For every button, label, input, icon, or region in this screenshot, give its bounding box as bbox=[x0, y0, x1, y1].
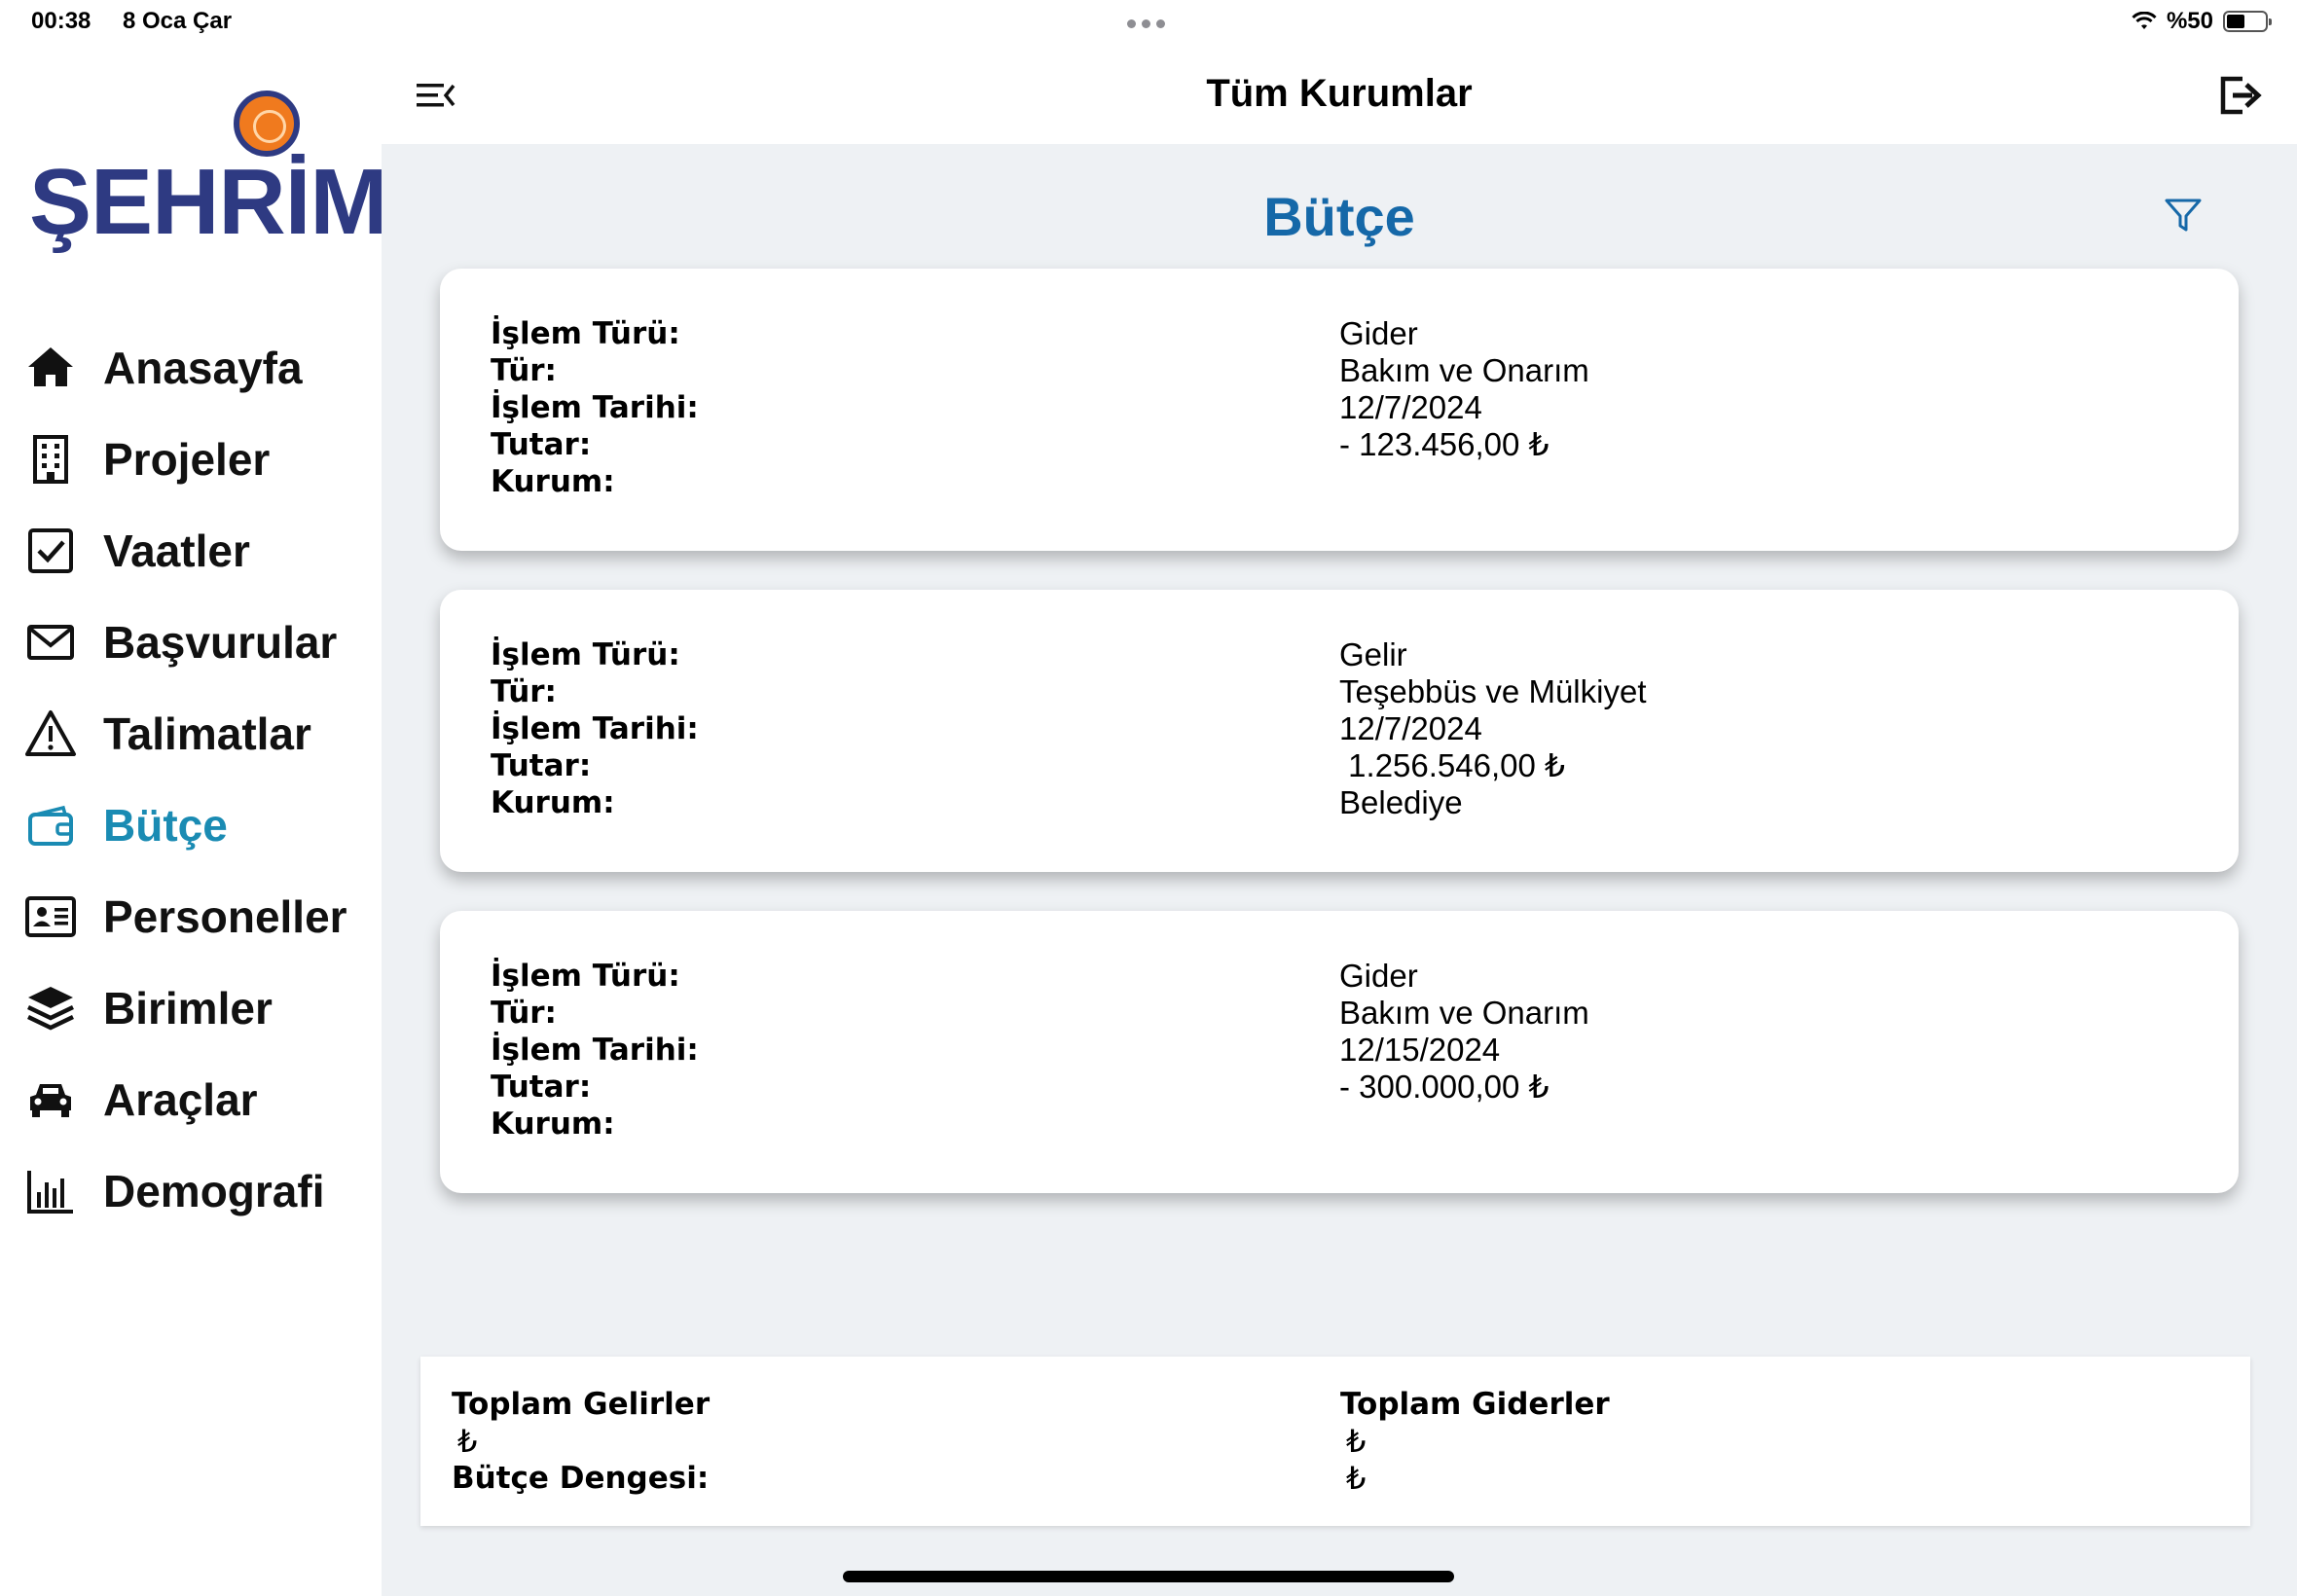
islem-tarihi-label: İşlem Tarihi: bbox=[491, 390, 699, 425]
wallet-icon bbox=[23, 798, 78, 852]
sidebar-item-talimatlar[interactable]: Talimatlar bbox=[23, 705, 311, 763]
kurum-value bbox=[1339, 1106, 1589, 1143]
tur-label: Tür: bbox=[491, 674, 557, 709]
islem-tarihi-value: 12/15/2024 bbox=[1339, 1032, 1501, 1068]
sidebar: ŞEHRİM Anasayfa Projeler Vaatler Başvuru… bbox=[0, 47, 387, 1596]
budget-record-card[interactable]: İşlem Türü: Tür: İşlem Tarihi: Tutar: Ku… bbox=[440, 911, 2239, 1193]
sidebar-item-label: Bütçe bbox=[103, 800, 228, 851]
warning-icon bbox=[23, 707, 78, 761]
total-income-label: Toplam Gelirler bbox=[452, 1387, 711, 1422]
page-title: Bütçe bbox=[1263, 186, 1415, 247]
tutar-value: - 123.456,00 ₺ bbox=[1339, 426, 1550, 462]
tutar-label: Tutar: bbox=[491, 748, 592, 783]
tutar-label: Tutar: bbox=[491, 427, 592, 462]
home-indicator[interactable] bbox=[843, 1571, 1454, 1582]
total-income-value: ₺ bbox=[457, 1424, 478, 1459]
budget-record-card[interactable]: İşlem Türü: Tür: İşlem Tarihi: Tutar: Ku… bbox=[440, 590, 2239, 872]
kurum-label: Kurum: bbox=[491, 1106, 615, 1142]
logo-ball-icon bbox=[234, 91, 300, 157]
status-time: 00:38 bbox=[31, 8, 91, 34]
filter-icon[interactable] bbox=[2163, 195, 2204, 236]
islem-tarihi-value: 12/7/2024 bbox=[1339, 710, 1482, 746]
tur-label: Tür: bbox=[491, 996, 557, 1031]
app-logo: ŞEHRİM bbox=[29, 91, 387, 254]
logo-text: ŞEHRİM bbox=[29, 150, 387, 254]
islem-turu-value: Gelir bbox=[1339, 636, 1407, 672]
status-date: 8 Oca Çar bbox=[123, 8, 233, 34]
islem-tarihi-value: 12/7/2024 bbox=[1339, 389, 1482, 425]
layers-icon bbox=[23, 981, 78, 1035]
tutar-label: Tutar: bbox=[491, 1070, 592, 1105]
multitasking-dots-icon[interactable] bbox=[1127, 19, 1165, 28]
kurum-label: Kurum: bbox=[491, 785, 615, 820]
sidebar-item-label: Talimatlar bbox=[103, 708, 311, 759]
sidebar-item-label: Vaatler bbox=[103, 526, 250, 576]
status-bar: 00:38 8 Oca Çar %50 bbox=[0, 0, 2297, 47]
sidebar-item-label: Başvurular bbox=[103, 617, 338, 668]
sidebar-item-araclar[interactable]: Araçlar bbox=[23, 1070, 258, 1129]
sidebar-item-basvurular[interactable]: Başvurular bbox=[23, 613, 337, 671]
battery-percent: %50 bbox=[2166, 8, 2213, 34]
wifi-icon bbox=[2132, 12, 2157, 29]
sidebar-item-label: Personeller bbox=[103, 891, 347, 942]
islem-turu-value: Gider bbox=[1339, 315, 1418, 351]
sidebar-item-label: Birimler bbox=[103, 983, 273, 1034]
sidebar-item-label: Araçlar bbox=[103, 1074, 258, 1125]
kurum-value: Belediye bbox=[1339, 784, 1463, 820]
islem-tarihi-label: İşlem Tarihi: bbox=[491, 1033, 699, 1068]
sidebar-item-butce[interactable]: Bütçe bbox=[23, 796, 228, 854]
budget-balance-label: Bütçe Dengesi: bbox=[452, 1461, 710, 1496]
sidebar-item-projeler[interactable]: Projeler bbox=[23, 430, 270, 489]
sidebar-item-vaatler[interactable]: Vaatler bbox=[23, 522, 250, 580]
kurum-value bbox=[1339, 463, 1589, 500]
budget-totals-panel: Toplam Gelirler ₺ Bütçe Dengesi: Toplam … bbox=[420, 1357, 2250, 1526]
sidebar-item-demografi[interactable]: Demografi bbox=[23, 1162, 324, 1220]
sidebar-item-label: Demografi bbox=[103, 1166, 325, 1216]
tutar-value: 1.256.546,00 ₺ bbox=[1339, 747, 1566, 783]
logout-icon[interactable] bbox=[2217, 71, 2262, 120]
header-title: Tüm Kurumlar bbox=[1206, 72, 1473, 115]
home-icon bbox=[23, 341, 78, 395]
tur-value: Bakım ve Onarım bbox=[1339, 352, 1589, 388]
kurum-label: Kurum: bbox=[491, 464, 615, 499]
checkbox-icon bbox=[23, 524, 78, 578]
total-expense-value: ₺ bbox=[1346, 1424, 1367, 1459]
islem-turu-label: İşlem Türü: bbox=[491, 316, 680, 351]
budget-record-card[interactable]: İşlem Türü: Tür: İşlem Tarihi: Tutar: Ku… bbox=[440, 269, 2239, 551]
tur-value: Bakım ve Onarım bbox=[1339, 995, 1589, 1031]
top-header: Tüm Kurumlar bbox=[382, 47, 2297, 144]
car-icon bbox=[23, 1072, 78, 1127]
tutar-value: - 300.000,00 ₺ bbox=[1339, 1069, 1550, 1105]
tur-value: Teşebbüs ve Mülkiyet bbox=[1339, 673, 1647, 709]
islem-turu-value: Gider bbox=[1339, 958, 1418, 994]
sidebar-item-label: Projeler bbox=[103, 434, 271, 485]
main-content: Bütçe İşlem Türü: Tür: İşlem Tarihi: Tut… bbox=[382, 144, 2297, 1596]
bar-chart-icon bbox=[23, 1164, 78, 1218]
total-expense-label: Toplam Giderler bbox=[1340, 1387, 1610, 1422]
building-icon bbox=[23, 432, 78, 487]
sidebar-item-birimler[interactable]: Birimler bbox=[23, 979, 273, 1037]
sidebar-item-personeller[interactable]: Personeller bbox=[23, 888, 347, 946]
mail-icon bbox=[23, 615, 78, 670]
sidebar-item-label: Anasayfa bbox=[103, 343, 303, 393]
tur-label: Tür: bbox=[491, 353, 557, 388]
id-card-icon bbox=[23, 889, 78, 944]
budget-balance-value: ₺ bbox=[1346, 1461, 1367, 1496]
battery-icon bbox=[2223, 11, 2272, 32]
islem-turu-label: İşlem Türü: bbox=[491, 959, 680, 994]
islem-turu-label: İşlem Türü: bbox=[491, 637, 680, 672]
islem-tarihi-label: İşlem Tarihi: bbox=[491, 711, 699, 746]
sidebar-item-anasayfa[interactable]: Anasayfa bbox=[23, 339, 303, 397]
